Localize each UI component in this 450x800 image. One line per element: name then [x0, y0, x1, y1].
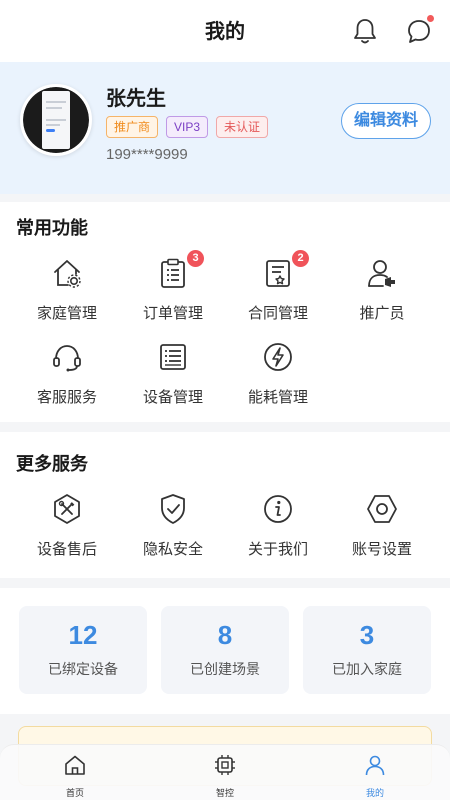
- chip-icon: [215, 755, 235, 775]
- grid-item-label: 隐私安全: [142, 541, 203, 558]
- grid-item-contracts[interactable]: 2 合同管理: [223, 250, 333, 323]
- grid-item-label: 关于我们: [247, 541, 308, 558]
- shield-check-icon: [156, 492, 190, 526]
- unread-dot: [427, 15, 434, 22]
- user-phone: 199****9999: [106, 146, 188, 163]
- tab-label: 智控: [215, 788, 234, 798]
- grid-item-account-settings[interactable]: 账号设置: [327, 492, 437, 559]
- tab-mine[interactable]: 我的: [345, 753, 405, 799]
- grid-item-label: 订单管理: [142, 305, 203, 322]
- tab-smart-control[interactable]: 智控: [195, 753, 255, 799]
- bottom-tab-bar: 首页 智控 我的: [0, 744, 450, 800]
- tab-label: 首页: [65, 788, 84, 798]
- top-header: 我的: [0, 0, 450, 62]
- page-title: 我的: [205, 21, 245, 43]
- tools-icon: [50, 492, 84, 526]
- lightning-icon: [261, 340, 295, 374]
- tab-label: 我的: [365, 788, 384, 798]
- tag-unverified: 未认证: [216, 116, 269, 138]
- device-list-icon: [156, 340, 190, 374]
- grid-item-label: 客服服务: [36, 389, 97, 406]
- avatar[interactable]: [20, 84, 92, 156]
- contract-icon: 2: [261, 250, 309, 290]
- grid-item-label: 合同管理: [247, 305, 308, 322]
- grid-item-label: 设备管理: [142, 389, 203, 406]
- stat-created-scenes[interactable]: 8 已创建场景: [161, 606, 289, 694]
- common-functions-section: 常用功能 家庭管理 3 订单管理 2 合同管理 推广员 客服服务 设备管理 能耗…: [0, 202, 450, 422]
- grid-item-label: 设备售后: [36, 541, 97, 558]
- info-icon: [261, 492, 295, 526]
- promoter-icon: [365, 256, 399, 290]
- stat-label: 已加入家庭: [332, 661, 402, 677]
- avatar-image: [23, 87, 89, 153]
- user-tags: 推广商 VIP3 未认证: [106, 116, 269, 138]
- home-gear-icon: [50, 256, 84, 290]
- section-title: 更多服务: [16, 454, 88, 474]
- stat-value: 12: [68, 620, 98, 650]
- grid-item-family[interactable]: 家庭管理: [12, 256, 122, 323]
- tag-promoter: 推广商: [106, 116, 159, 138]
- grid-item-label: 账号设置: [351, 541, 412, 558]
- grid-item-energy[interactable]: 能耗管理: [223, 340, 333, 407]
- bell-icon[interactable]: [352, 16, 378, 46]
- stat-value: 8: [217, 620, 233, 650]
- headset-icon: [50, 340, 84, 374]
- contracts-badge: 2: [292, 250, 309, 267]
- grid-item-label: 家庭管理: [36, 305, 97, 322]
- grid-item-device-management[interactable]: 设备管理: [118, 340, 228, 407]
- section-title: 常用功能: [16, 218, 88, 238]
- chat-bubble-icon[interactable]: [406, 15, 434, 46]
- stat-label: 已创建场景: [190, 661, 260, 677]
- tab-home[interactable]: 首页: [45, 753, 105, 799]
- user-icon: [365, 755, 385, 776]
- home-icon: [65, 755, 85, 775]
- more-services-section: 更多服务 设备售后 隐私安全 关于我们 账号设置: [0, 432, 450, 578]
- stat-label: 已绑定设备: [48, 661, 118, 677]
- orders-badge: 3: [187, 250, 204, 267]
- grid-item-customer-service[interactable]: 客服服务: [12, 340, 122, 407]
- stat-joined-families[interactable]: 3 已加入家庭: [303, 606, 431, 694]
- user-name: 张先生: [106, 88, 166, 110]
- stat-bound-devices[interactable]: 12 已绑定设备: [19, 606, 147, 694]
- stat-value: 3: [359, 620, 375, 650]
- grid-item-after-sales[interactable]: 设备售后: [12, 492, 122, 559]
- grid-item-privacy[interactable]: 隐私安全: [118, 492, 228, 559]
- grid-item-label: 推广员: [359, 305, 405, 322]
- settings-hex-icon: [365, 492, 399, 526]
- grid-item-promoter[interactable]: 推广员: [327, 256, 437, 323]
- grid-item-orders[interactable]: 3 订单管理: [118, 250, 228, 323]
- tag-vip: VIP3: [166, 116, 209, 138]
- grid-item-about[interactable]: 关于我们: [223, 492, 333, 559]
- order-list-icon: 3: [156, 250, 204, 290]
- profile-card: 张先生 推广商 VIP3 未认证 199****9999 编辑资料: [0, 62, 450, 194]
- edit-profile-button[interactable]: 编辑资料: [341, 103, 431, 139]
- grid-item-label: 能耗管理: [247, 389, 308, 406]
